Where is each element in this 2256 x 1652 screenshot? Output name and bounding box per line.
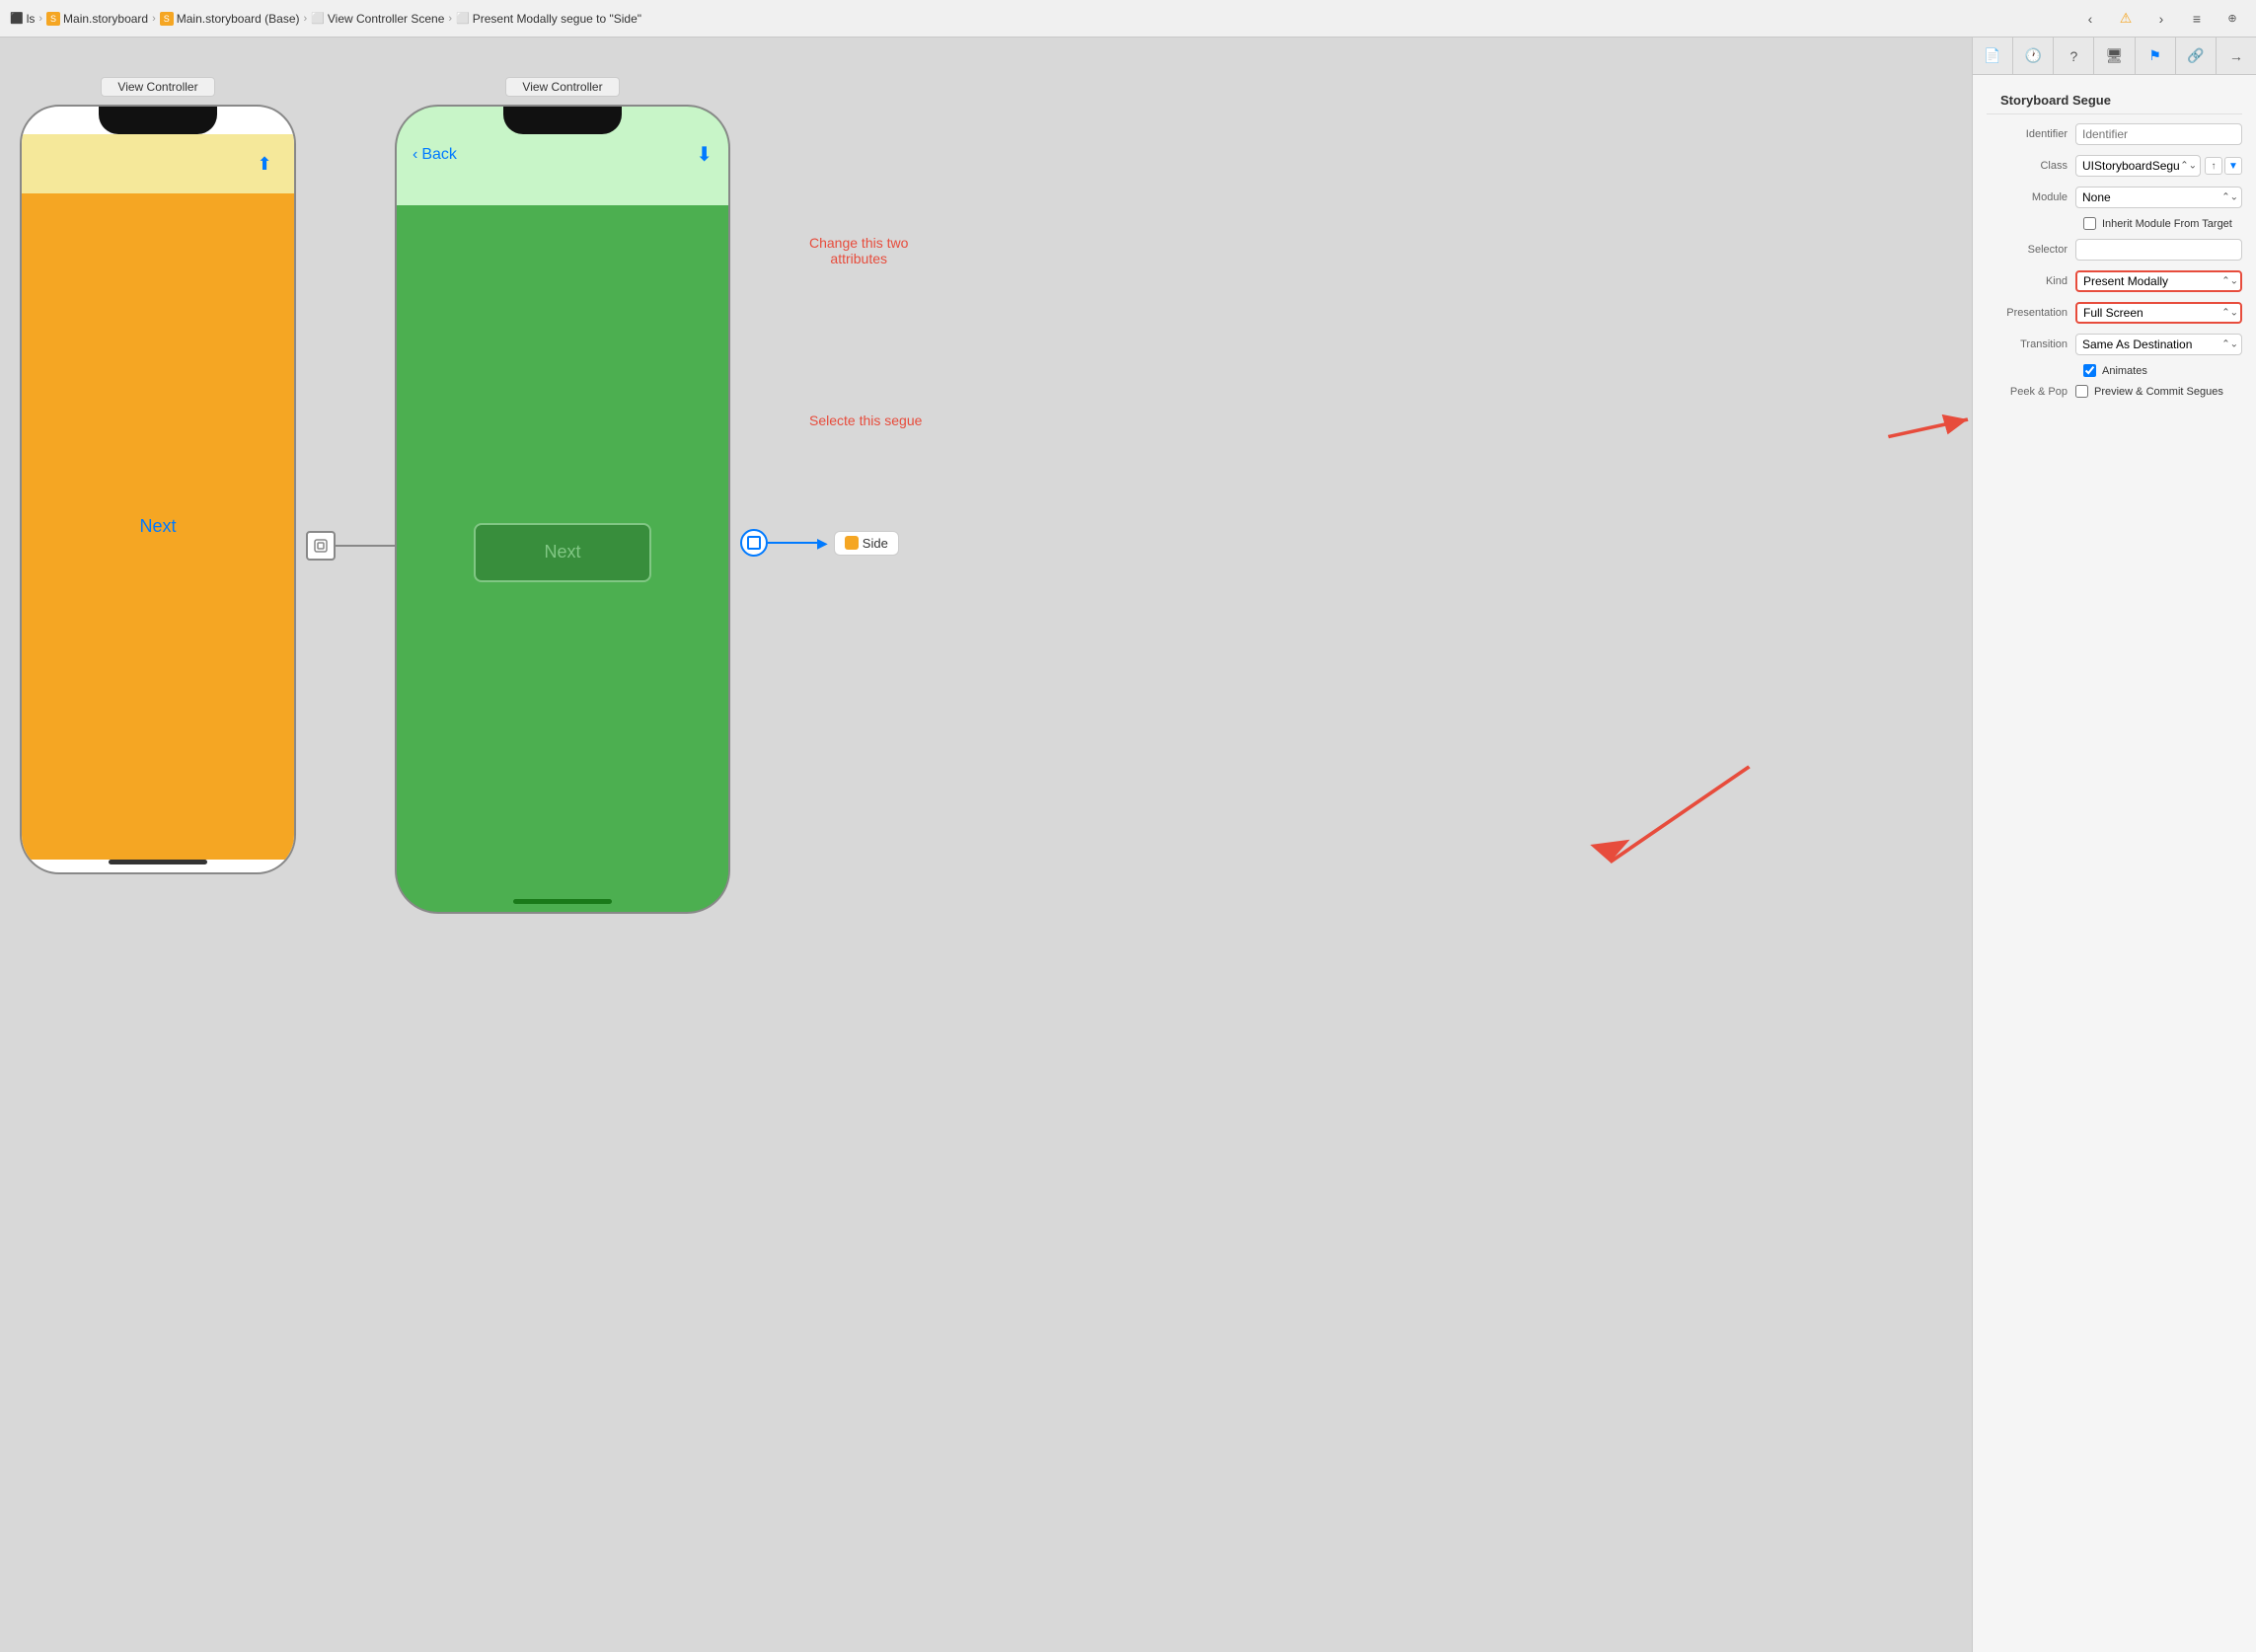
share-icon: ⬆ [251, 150, 278, 178]
breadcrumb-item-4[interactable]: ⬜ View Controller Scene [311, 12, 444, 26]
transition-select[interactable]: Same As Destination [2075, 334, 2242, 355]
panel-tab-clock[interactable]: 🕐 [2013, 38, 2054, 74]
right-phone-navbar: ‹ Back ⬇ [397, 134, 728, 175]
left-next-label: Next [139, 516, 176, 537]
annotation-select: Selecte this segue [809, 413, 922, 428]
kind-label: Kind [1987, 275, 2075, 287]
left-phone-home-bar [109, 860, 207, 864]
transition-label: Transition [1987, 338, 2075, 350]
class-select[interactable]: UIStoryboardSegue [2075, 155, 2201, 177]
kind-row: Kind Present Modally ⌃⌄ [1987, 269, 2242, 293]
back-button[interactable]: ‹ [2076, 8, 2104, 30]
class-label: Class [1987, 160, 2075, 172]
right-phone-label: View Controller [505, 77, 619, 97]
next-button-mockup: Next [474, 523, 651, 582]
left-phone-container: View Controller ⬆ Next [20, 77, 296, 874]
breadcrumb-item-1[interactable]: ⬛ ls [10, 12, 35, 26]
left-segue-arrow: ▶ [306, 531, 406, 561]
presentation-label: Presentation [1987, 307, 2075, 319]
annotation-change: Change this two attributes [809, 235, 908, 266]
right-phone-notch [503, 107, 622, 134]
selector-label: Selector [1987, 244, 2075, 256]
back-button-mockup: ‹ Back [413, 146, 457, 164]
presentation-row: Presentation Full Screen ⌃⌄ [1987, 301, 2242, 325]
panel-tab-flag[interactable]: ⚑ [2136, 38, 2176, 74]
panel-tab-file[interactable]: 📄 [1973, 38, 2013, 74]
transition-row: Transition Same As Destination ⌃⌄ [1987, 333, 2242, 356]
breadcrumb-item-2[interactable]: S Main.storyboard [46, 12, 148, 26]
breadcrumb: ⬛ ls › S Main.storyboard › S Main.storyb… [10, 12, 641, 26]
class-icon-btn-1[interactable]: ↑ [2205, 157, 2222, 175]
selector-input[interactable] [2075, 239, 2242, 261]
identifier-row: Identifier [1987, 122, 2242, 146]
right-segue-area: ▶ Side [740, 529, 899, 557]
peek-pop-row: Peek & Pop Preview & Commit Segues [1987, 385, 2242, 398]
module-label: Module [1987, 191, 2075, 203]
selector-row: Selector [1987, 238, 2242, 262]
identifier-label: Identifier [1987, 128, 2075, 140]
panel-content: Storyboard Segue Identifier Class UIStor… [1973, 75, 2256, 1652]
inherit-label: Inherit Module From Target [2102, 218, 2232, 230]
panel-tab-help[interactable]: ? [2054, 38, 2094, 74]
toolbar: ⬛ ls › S Main.storyboard › S Main.storyb… [0, 0, 2256, 38]
forward-button[interactable]: › [2147, 8, 2175, 30]
kind-select[interactable]: Present Modally [2075, 270, 2242, 292]
add-button[interactable]: ⊕ [2218, 8, 2246, 30]
presentation-select[interactable]: Full Screen [2075, 302, 2242, 324]
class-row: Class UIStoryboardSegue ⌃⌄ ↑ ▼ [1987, 154, 2242, 178]
left-phone-mockup: ⬆ Next [20, 105, 296, 874]
segue-circle-right[interactable] [740, 529, 768, 557]
identifier-input[interactable] [2075, 123, 2242, 145]
segue-icon-left [306, 531, 336, 561]
peek-pop-checkbox[interactable] [2075, 385, 2088, 398]
left-phone-top: ⬆ [22, 134, 294, 193]
right-phone-header: ‹ Back ⬇ [397, 107, 728, 205]
list-button[interactable]: ≡ [2183, 8, 2211, 30]
segue-circle-inner [747, 536, 761, 550]
animates-label: Animates [2102, 365, 2147, 377]
main-layout: View Controller ⬆ Next [0, 38, 2256, 1652]
panel-tabs: 📄 🕐 ? 🖥 ⚑ 🔗 → [1973, 38, 2256, 75]
right-phone-container: View Controller ‹ Back ⬇ [395, 77, 730, 914]
left-phone-label: View Controller [101, 77, 214, 97]
side-destination-label: Side [834, 531, 899, 556]
module-select[interactable]: None [2075, 187, 2242, 208]
panel-title: Storyboard Segue [1987, 83, 2242, 114]
panel-tab-arrow[interactable]: → [2217, 38, 2256, 74]
left-phone-notch [99, 107, 217, 134]
breadcrumb-item-3[interactable]: S Main.storyboard (Base) [160, 12, 300, 26]
warning-button[interactable]: ⚠ [2112, 8, 2140, 30]
right-panel: 📄 🕐 ? 🖥 ⚑ 🔗 → Storyboard Segue Identifie… [1972, 38, 2256, 1652]
animates-row: Animates [1987, 364, 2242, 377]
side-dot-icon [845, 536, 859, 550]
animates-checkbox[interactable] [2083, 364, 2096, 377]
toolbar-actions: ‹ ⚠ › ≡ ⊕ [2076, 8, 2246, 30]
peek-pop-label: Peek & Pop [1987, 386, 2075, 398]
panel-tab-link[interactable]: 🔗 [2176, 38, 2217, 74]
right-phone-body: Next [397, 205, 728, 899]
module-row: Module None ⌃⌄ [1987, 186, 2242, 209]
right-phone-mockup: ‹ Back ⬇ Next [395, 105, 730, 914]
right-phone-home-bar [513, 899, 612, 904]
peek-pop-text: Preview & Commit Segues [2094, 386, 2223, 398]
inherit-row: Inherit Module From Target [1987, 217, 2242, 230]
class-icon-btn-2[interactable]: ▼ [2224, 157, 2242, 175]
inherit-checkbox[interactable] [2083, 217, 2096, 230]
left-phone-orange-body: Next [22, 193, 294, 860]
canvas-area[interactable]: View Controller ⬆ Next [0, 38, 1972, 1652]
panel-tab-device[interactable]: 🖥 [2094, 38, 2135, 74]
download-icon-mockup: ⬇ [696, 142, 713, 167]
breadcrumb-item-5[interactable]: ⬜ Present Modally segue to "Side" [456, 12, 641, 26]
